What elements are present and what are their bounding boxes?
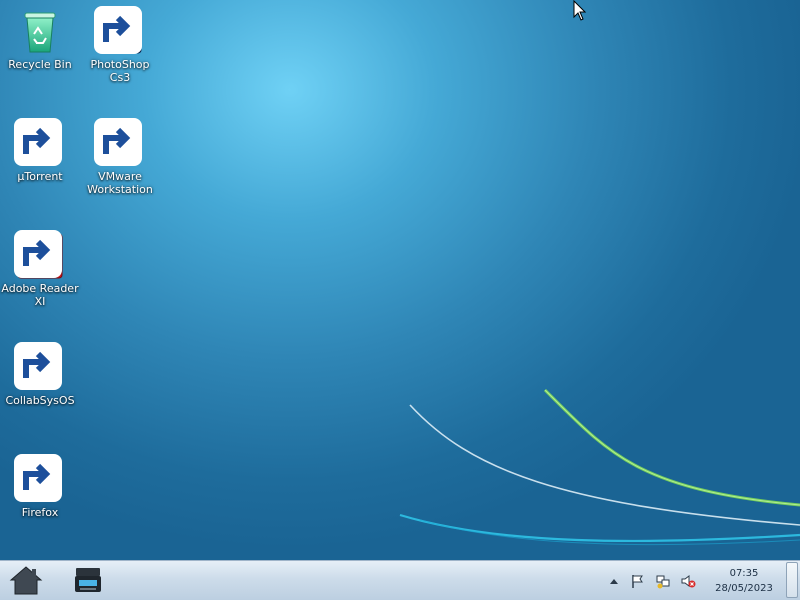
desktop-icon-label: CollabSysOS xyxy=(5,394,75,407)
desktop-icon-collabsysos[interactable]: CollabSysOS xyxy=(1,342,79,407)
shortcut-arrow-icon xyxy=(94,6,142,54)
desktop-icon-label: VMware Workstation xyxy=(87,170,153,196)
shortcut-arrow-icon xyxy=(14,118,62,166)
taskbar: 07:35 28/05/2023 xyxy=(0,560,800,600)
home-icon xyxy=(9,566,43,595)
desktop-icon-label: Firefox xyxy=(21,506,59,519)
desktop-icon-label: Adobe Reader XI xyxy=(1,282,79,308)
wallpaper-swoosh xyxy=(399,388,800,546)
recycle-bin-icon xyxy=(24,12,56,53)
desktop-icon-firefox[interactable]: Firefox xyxy=(1,454,79,519)
start-button[interactable] xyxy=(8,563,44,597)
clock-time: 07:35 xyxy=(729,568,759,579)
desktop-icon-photoshop[interactable]: Ps PhotoShop Cs3 xyxy=(81,6,159,84)
shortcut-arrow-icon xyxy=(14,454,62,502)
desktop-icon-label: PhotoShop Cs3 xyxy=(90,58,150,84)
shortcut-arrow-icon xyxy=(14,230,62,278)
desktop-icon-vmware[interactable]: VMware Workstation xyxy=(81,118,159,196)
mouse-cursor-icon xyxy=(573,0,587,21)
clock-date: 28/05/2023 xyxy=(715,583,773,594)
chevron-up-icon[interactable] xyxy=(606,573,622,589)
scanner-icon xyxy=(75,568,101,592)
flag-icon[interactable] xyxy=(630,573,646,589)
taskbar-clock[interactable]: 07:35 28/05/2023 xyxy=(706,566,782,596)
volume-muted-icon[interactable] xyxy=(680,573,696,589)
desktop-icon-label: µTorrent xyxy=(17,170,63,183)
network-icon[interactable] xyxy=(655,573,671,589)
desktop-icon-adobe-reader[interactable]: Adobe Reader XI xyxy=(1,230,79,308)
desktop-icon-utorrent[interactable]: µ µTorrent xyxy=(1,118,79,183)
desktop-icon-label: Recycle Bin xyxy=(8,58,72,71)
show-desktop-button[interactable] xyxy=(786,562,798,598)
desktop[interactable]: Recycle Bin Ps PhotoShop Cs3 µ xyxy=(0,0,800,560)
shortcut-arrow-icon xyxy=(94,118,142,166)
taskbar-app-button[interactable] xyxy=(70,563,106,597)
desktop-icon-recycle-bin[interactable]: Recycle Bin xyxy=(1,8,79,71)
shortcut-arrow-icon xyxy=(14,342,62,390)
